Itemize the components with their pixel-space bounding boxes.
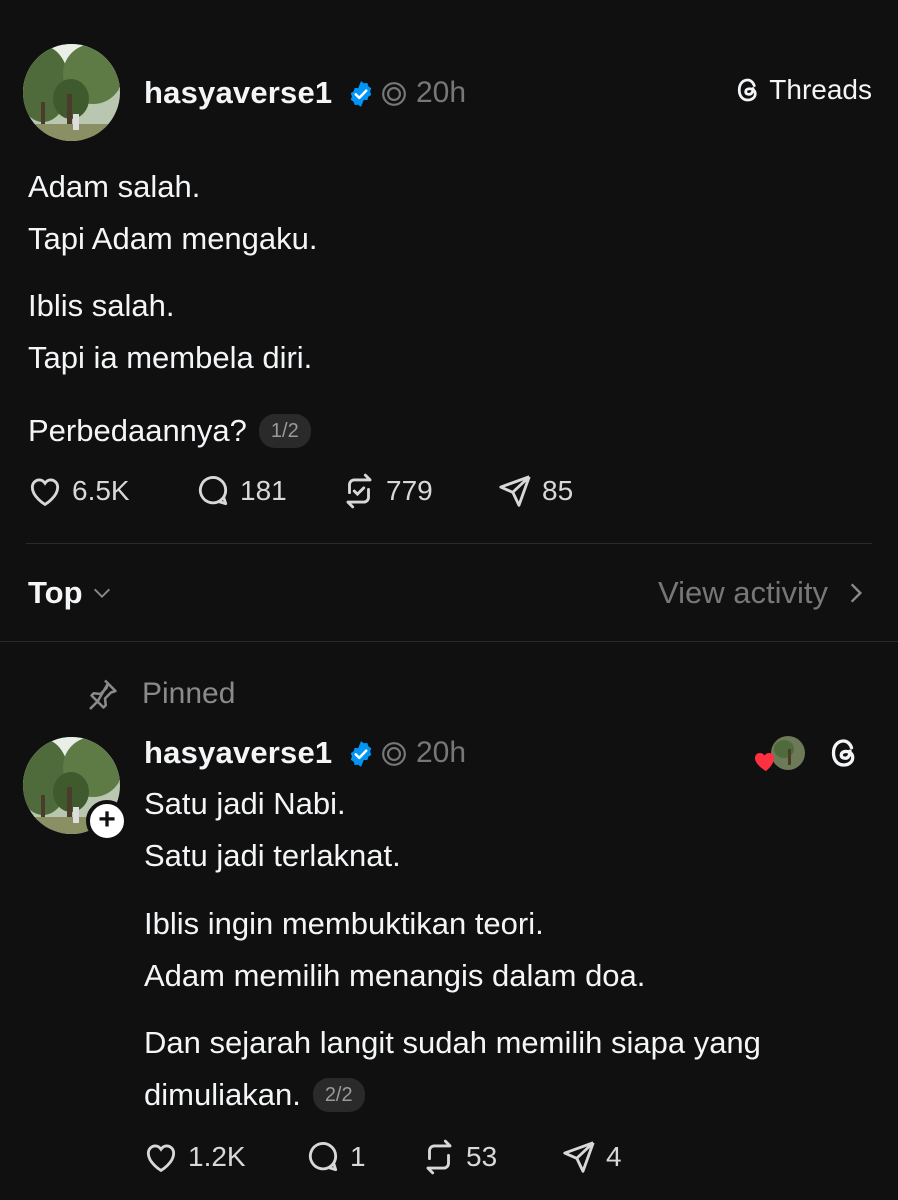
share-count: 4: [606, 1141, 622, 1172]
reply-paragraph: Dan sejarah langit sudah memilih siapa y…: [144, 1017, 761, 1121]
pin-icon: [89, 679, 117, 710]
chevron-right-icon: [850, 583, 863, 603]
plus-icon: +: [98, 802, 116, 836]
like-count: 6.5K: [72, 475, 130, 506]
reply-line: Satu jadi terlaknat.: [144, 838, 401, 873]
threads-logo-icon[interactable]: [826, 734, 862, 772]
like-count: 1.2K: [188, 1141, 246, 1172]
pinned-label: Pinned: [142, 677, 236, 710]
repost-icon: [426, 1139, 452, 1175]
divider: [0, 641, 898, 642]
sort-label: Top: [28, 575, 83, 610]
chevron-down-icon: [93, 588, 110, 598]
reply-line: Satu jadi Nabi.: [144, 786, 346, 821]
thread-pager: 2/2: [312, 1078, 365, 1112]
reply-paragraph: Satu jadi Nabi. Satu jadi terlaknat.: [144, 778, 401, 882]
verified-badge-icon: [350, 741, 372, 767]
reply-button[interactable]: 1: [304, 1138, 366, 1176]
post-line: Tapi ia membela diri.: [28, 340, 313, 375]
pinned-indicator: Pinned: [84, 676, 235, 712]
heart-icon: [146, 1144, 176, 1173]
reply-line: Adam memilih menangis dalam doa.: [144, 958, 646, 993]
like-button[interactable]: 1.2K: [142, 1138, 246, 1176]
thread-pager: 1/2: [258, 414, 311, 448]
reply-button[interactable]: 181: [194, 472, 287, 510]
comment-bubble-icon: [308, 1142, 338, 1172]
liked-by-author-icon: [755, 736, 805, 771]
author-avatar[interactable]: [23, 44, 120, 141]
reply-time: 20h: [416, 736, 467, 769]
like-button[interactable]: 6.5K: [26, 472, 130, 510]
post-line: Tapi Adam mengaku.: [28, 221, 318, 256]
comment-bubble-icon: [198, 476, 228, 506]
threads-brand-label: Threads: [769, 74, 872, 105]
repost-count: 779: [386, 475, 433, 506]
reply-paragraph: Iblis ingin membuktikan teori. Adam memi…: [144, 898, 645, 1002]
reply-line: Iblis ingin membuktikan teori.: [144, 906, 544, 941]
post-time: 20h: [416, 76, 467, 109]
threads-brand[interactable]: Threads: [733, 74, 872, 106]
heart-icon: [30, 478, 60, 507]
threads-logo-icon: [738, 78, 757, 102]
post-paragraph: Perbedaannya? 1/2: [28, 405, 311, 457]
repost-count: 53: [466, 1141, 498, 1172]
post-line: Adam salah.: [28, 169, 201, 204]
author-username[interactable]: hasyaverse1: [144, 75, 332, 111]
send-icon: [499, 475, 531, 507]
repost-button[interactable]: 779: [340, 472, 433, 510]
follow-button[interactable]: +: [86, 800, 128, 842]
verified-badge-icon: [350, 81, 372, 107]
reply-count: 181: [240, 475, 287, 506]
view-activity-link[interactable]: View activity: [658, 575, 866, 611]
share-button[interactable]: 4: [560, 1138, 622, 1176]
reply-line: dimuliakan.: [144, 1077, 301, 1112]
share-count: 85: [542, 475, 574, 506]
post-paragraph: Adam salah. Tapi Adam mengaku.: [28, 161, 318, 265]
reply-line: Dan sejarah langit sudah memilih siapa y…: [144, 1025, 761, 1060]
divider: [26, 543, 872, 544]
repost-icon: [346, 473, 372, 509]
post-line: Iblis salah.: [28, 288, 175, 323]
share-button[interactable]: 85: [496, 472, 573, 510]
repost-button[interactable]: 53: [420, 1138, 497, 1176]
threads-logo-icon: [382, 742, 406, 766]
reply-count: 1: [350, 1141, 366, 1172]
sort-dropdown[interactable]: Top: [28, 575, 113, 611]
threads-logo-icon: [382, 82, 406, 106]
send-icon: [563, 1141, 595, 1173]
post-line: Perbedaannya?: [28, 413, 247, 448]
reply-username[interactable]: hasyaverse1: [144, 735, 332, 771]
post-paragraph: Iblis salah. Tapi ia membela diri.: [28, 280, 312, 384]
view-activity-label: View activity: [658, 575, 828, 610]
